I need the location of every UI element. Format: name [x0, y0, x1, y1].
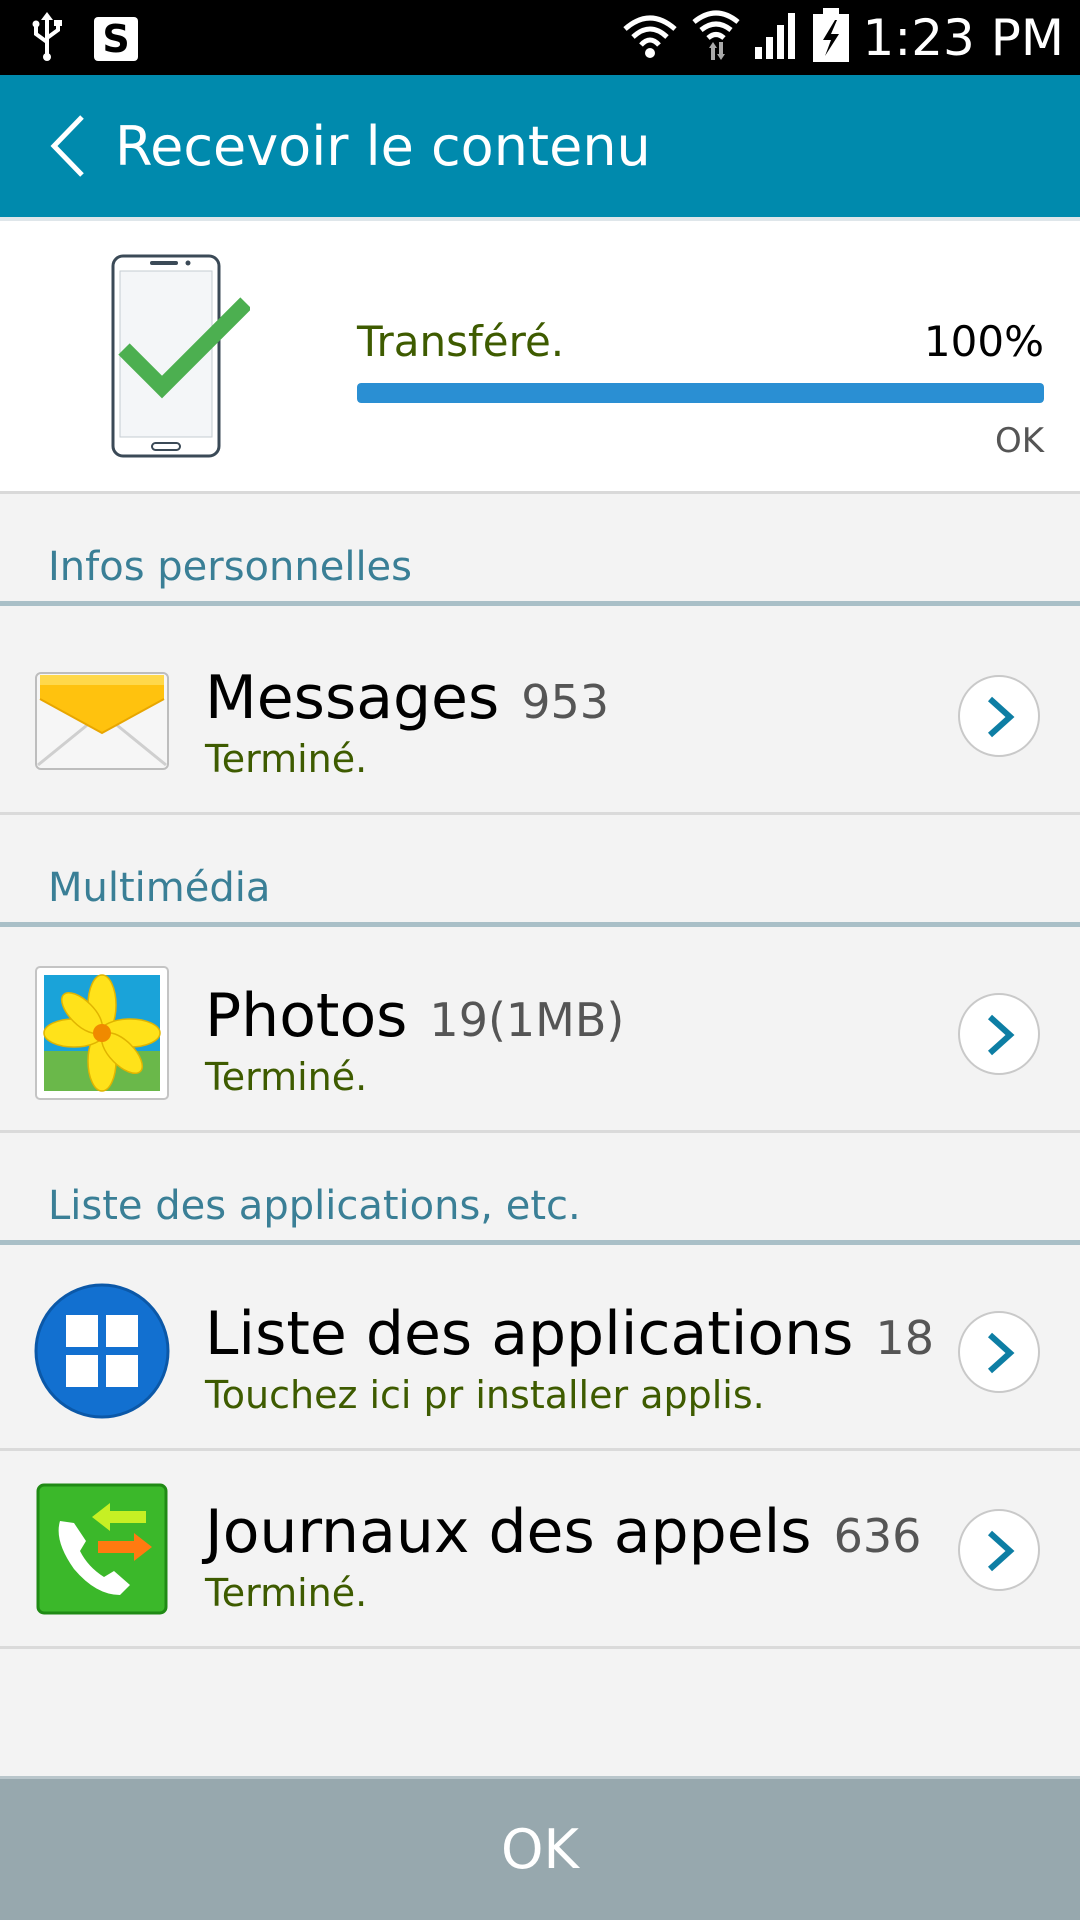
- section-header-apps: Liste des applications, etc.: [0, 1133, 1080, 1245]
- section-divider: [0, 601, 1080, 606]
- apps-grid-icon: [34, 1283, 170, 1419]
- page-title[interactable]: Recevoir le contenu: [115, 115, 651, 178]
- progress-bar-fill: [357, 383, 1044, 403]
- section-label: Infos personnelles: [48, 544, 413, 590]
- chevron-left-icon[interactable]: [48, 113, 88, 179]
- status-time: 1:23 PM: [862, 9, 1064, 67]
- list-item-call-logs[interactable]: Journaux des appels 636 Terminé.: [0, 1451, 1080, 1649]
- usb-icon: [30, 12, 64, 66]
- item-count: 636: [833, 1509, 922, 1563]
- item-status: Terminé.: [205, 1055, 368, 1099]
- detail-button-messages[interactable]: [958, 675, 1040, 757]
- section-header-personal: Infos personnelles: [0, 494, 1080, 606]
- progress-bar: [357, 383, 1044, 403]
- item-status: Terminé.: [205, 737, 368, 781]
- progress-status-label: Transféré.: [357, 317, 565, 366]
- item-title-text: Messages: [205, 663, 500, 733]
- list-item-applications[interactable]: Liste des applications 18 Touchez ici pr …: [0, 1253, 1080, 1451]
- call-log-icon: [34, 1481, 170, 1617]
- detail-button-photos[interactable]: [958, 993, 1040, 1075]
- item-count: 18: [875, 1311, 934, 1365]
- item-title-text: Journaux des appels: [205, 1497, 812, 1567]
- progress-percent-label: 100%: [923, 317, 1044, 366]
- s-app-icon: S: [94, 17, 138, 61]
- phone-check-icon: [110, 253, 252, 463]
- section-label: Multimédia: [48, 865, 271, 911]
- section-divider: [0, 922, 1080, 927]
- envelope-icon: [34, 647, 170, 783]
- section-divider: [0, 1240, 1080, 1245]
- photo-icon: [34, 965, 170, 1101]
- section-header-multimedia: Multimédia: [0, 815, 1080, 927]
- item-count: 953: [521, 675, 610, 729]
- item-count: 19(1MB): [429, 993, 625, 1047]
- action-bar: Recevoir le contenu: [0, 75, 1080, 217]
- item-title-text: Photos: [205, 981, 408, 1051]
- item-status: Terminé.: [205, 1571, 368, 1615]
- detail-button-call-logs[interactable]: [958, 1509, 1040, 1591]
- item-title-text: Liste des applications: [205, 1299, 854, 1369]
- list-item-photos[interactable]: Photos 19(1MB) Terminé.: [0, 935, 1080, 1133]
- list-item-messages[interactable]: Messages 953 Terminé.: [0, 617, 1080, 815]
- detail-button-applications[interactable]: [958, 1311, 1040, 1393]
- footer-bar: OK: [0, 1776, 1080, 1920]
- list-item-title: Journaux des appels 636: [205, 1497, 921, 1567]
- section-label: Liste des applications, etc.: [48, 1183, 581, 1229]
- ok-button[interactable]: OK: [0, 1779, 1080, 1920]
- wifi-icon: [621, 13, 679, 63]
- wifi-transfer-icon: [691, 8, 741, 68]
- battery-charging-icon: [811, 8, 851, 68]
- item-status: Touchez ici pr installer applis.: [205, 1373, 765, 1417]
- list-item-title: Liste des applications 18: [205, 1299, 934, 1369]
- transfer-progress-panel: Transféré. 100% OK: [0, 221, 1080, 494]
- status-bar: S 1:23 PM: [0, 0, 1080, 75]
- list-item-title: Messages 953: [205, 663, 609, 733]
- progress-ok-label: OK: [994, 421, 1044, 461]
- signal-icon: [753, 11, 799, 65]
- list-item-title: Photos 19(1MB): [205, 981, 624, 1051]
